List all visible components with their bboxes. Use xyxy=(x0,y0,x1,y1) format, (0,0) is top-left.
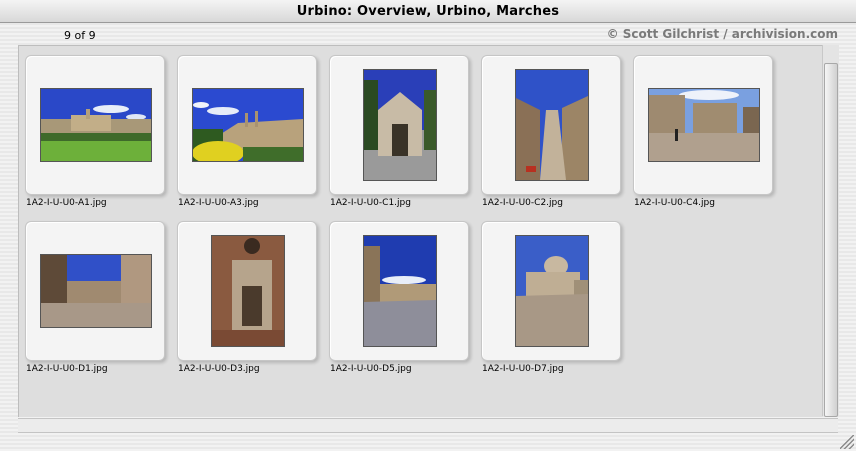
window-title: Urbino: Overview, Urbino, Marches xyxy=(296,3,560,19)
thumbnail-image xyxy=(40,254,152,328)
thumbnail-image xyxy=(515,235,589,347)
thumbnail-grid: 1A2-I-U-U0-A1.jpg 1A2-I-U-U0-A3.jpg 1A2-… xyxy=(18,45,823,417)
thumbnail-image xyxy=(363,235,437,347)
resize-grip-icon[interactable] xyxy=(840,435,854,449)
horizontal-scrollbar[interactable] xyxy=(18,418,838,433)
thumbnail-tile[interactable]: 1A2-I-U-U0-A1.jpg xyxy=(25,55,165,208)
thumbnail-tile[interactable]: 1A2-I-U-U0-C1.jpg xyxy=(329,55,469,208)
copyright-notice: © Scott Gilchrist / archivision.com xyxy=(606,27,838,41)
vertical-scroll-thumb[interactable] xyxy=(824,63,838,417)
vertical-scrollbar[interactable] xyxy=(822,45,839,417)
thumbnail-tile[interactable]: 1A2-I-U-U0-C4.jpg xyxy=(633,55,773,208)
thumbnail-tile[interactable]: 1A2-I-U-U0-D3.jpg xyxy=(177,221,317,374)
thumbnail-image xyxy=(515,69,589,181)
thumbnail-filename: 1A2-I-U-U0-D5.jpg xyxy=(330,364,412,374)
thumbnail-tile[interactable]: 1A2-I-U-U0-C2.jpg xyxy=(481,55,621,208)
thumbnail-tile[interactable]: 1A2-I-U-U0-D5.jpg xyxy=(329,221,469,374)
thumbnail-tile[interactable]: 1A2-I-U-U0-D7.jpg xyxy=(481,221,621,374)
thumbnail-image xyxy=(40,88,152,162)
thumbnail-filename: 1A2-I-U-U0-A3.jpg xyxy=(178,198,259,208)
thumbnail-image xyxy=(648,88,760,162)
thumbnail-filename: 1A2-I-U-U0-D1.jpg xyxy=(26,364,108,374)
thumbnail-filename: 1A2-I-U-U0-C1.jpg xyxy=(330,198,411,208)
thumbnail-filename: 1A2-I-U-U0-C2.jpg xyxy=(482,198,563,208)
thumbnail-image xyxy=(211,235,285,347)
thumbnail-tile[interactable]: 1A2-I-U-U0-A3.jpg xyxy=(177,55,317,208)
thumbnail-tile[interactable]: 1A2-I-U-U0-D1.jpg xyxy=(25,221,165,374)
thumbnail-filename: 1A2-I-U-U0-D7.jpg xyxy=(482,364,564,374)
thumbnail-filename: 1A2-I-U-U0-D3.jpg xyxy=(178,364,260,374)
image-counter: 9 of 9 xyxy=(64,29,96,42)
thumbnail-filename: 1A2-I-U-U0-C4.jpg xyxy=(634,198,715,208)
thumbnail-image xyxy=(363,69,437,181)
window-titlebar[interactable]: Urbino: Overview, Urbino, Marches xyxy=(0,0,856,23)
thumbnail-image xyxy=(192,88,304,162)
thumbnail-filename: 1A2-I-U-U0-A1.jpg xyxy=(26,198,107,208)
